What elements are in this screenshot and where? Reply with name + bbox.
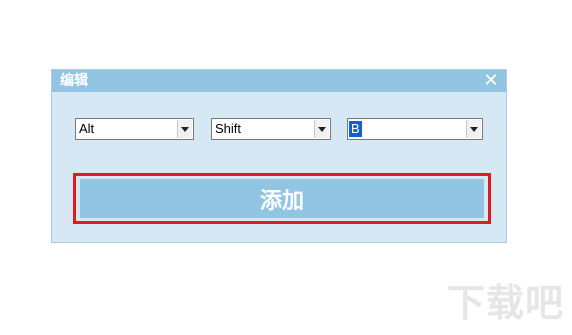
modifier-select-1[interactable]: Alt xyxy=(75,118,194,140)
watermark-logo: 下载吧 xyxy=(446,281,564,325)
dialog-title: 编辑 xyxy=(60,73,88,89)
dropdown-arrow-icon[interactable] xyxy=(177,120,192,138)
select-value: B xyxy=(349,121,362,137)
add-button[interactable]: 添加 xyxy=(80,179,484,218)
close-icon[interactable]: ✕ xyxy=(482,70,500,92)
edit-dialog: 编辑 ✕ Alt Shift B 添加 xyxy=(51,69,507,243)
select-value: Shift xyxy=(215,121,242,136)
key-select[interactable]: B xyxy=(347,118,483,140)
add-button-highlight: 添加 xyxy=(73,173,491,224)
modifier-select-2[interactable]: Shift xyxy=(211,118,331,140)
dropdown-arrow-icon[interactable] xyxy=(466,120,481,138)
select-value: Alt xyxy=(79,121,95,136)
dialog-titlebar[interactable]: 编辑 ✕ xyxy=(52,70,506,92)
dropdown-arrow-icon[interactable] xyxy=(314,120,329,138)
